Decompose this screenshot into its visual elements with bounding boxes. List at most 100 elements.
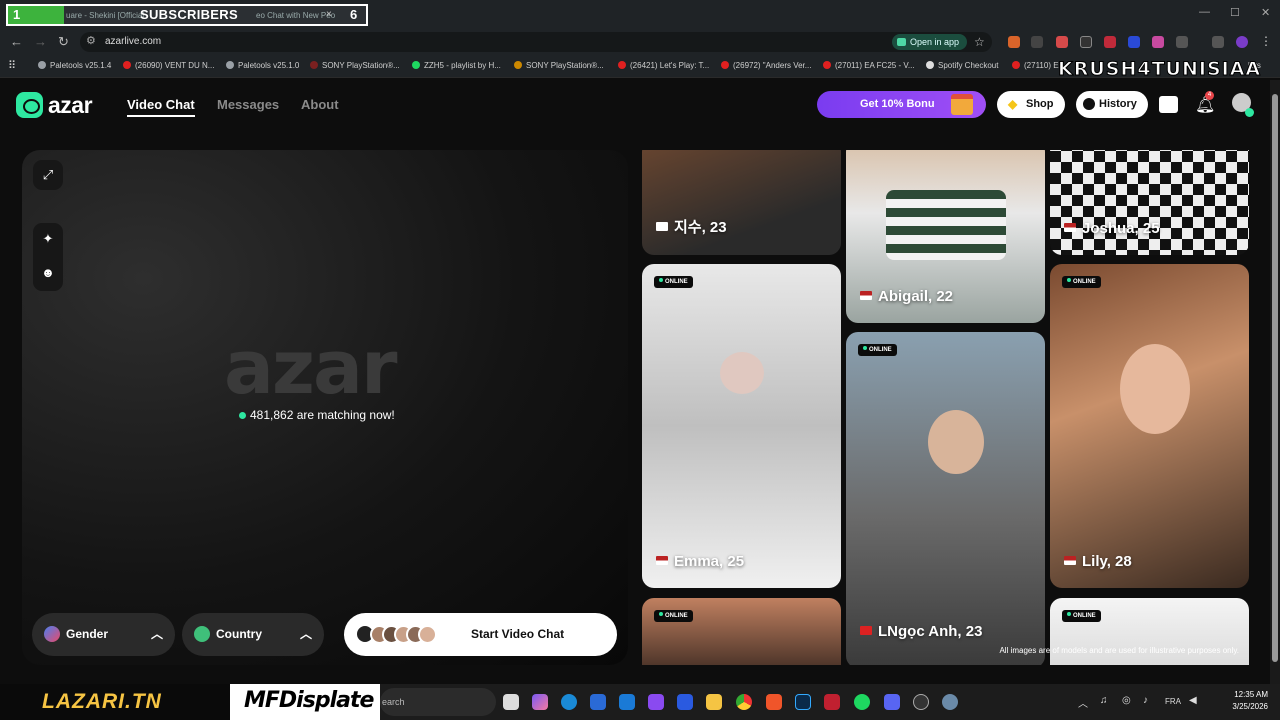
profile-card[interactable]: ONLINE Emma, 25 bbox=[642, 264, 841, 588]
bookmark-item[interactable]: Paletools v25.1.4 bbox=[38, 61, 111, 70]
headset-icon[interactable]: ♫ bbox=[1100, 695, 1108, 706]
copilot-icon[interactable] bbox=[532, 694, 548, 710]
url-text: azarlive.com bbox=[105, 36, 162, 47]
extension-icon[interactable] bbox=[1104, 36, 1116, 48]
maximize-icon[interactable]: ☐ bbox=[1230, 6, 1240, 19]
scrollbar-thumb[interactable] bbox=[1272, 94, 1278, 662]
bookmark-item[interactable]: (27110) E bbox=[1012, 61, 1059, 70]
taskbar-search[interactable]: earch bbox=[380, 688, 496, 716]
country-filter[interactable]: Country ︿ bbox=[182, 613, 324, 656]
flag-icon bbox=[860, 291, 872, 300]
promo-label: Get 10% Bonu bbox=[860, 98, 935, 110]
bookmark-item[interactable]: Spotify Checkout bbox=[926, 61, 998, 70]
profile-grid: 지수, 23 ONLINE Emma, 25 ONLINE Abigail, 2… bbox=[642, 150, 1249, 665]
bookmark-star-icon[interactable]: ☆ bbox=[974, 35, 985, 49]
matching-count: 481,862 are matching now! bbox=[239, 408, 395, 422]
profile-card[interactable]: ONLINE Lily, 28 bbox=[1050, 264, 1249, 588]
tab-close-icon[interactable]: × bbox=[326, 9, 332, 20]
volume-icon[interactable]: ◀︎ bbox=[1189, 695, 1197, 706]
reload-icon[interactable]: ↻ bbox=[58, 34, 69, 50]
extension-icon[interactable] bbox=[1008, 36, 1020, 48]
teams-icon[interactable] bbox=[648, 694, 664, 710]
bookmark-item[interactable]: (26421) Let's Play: T... bbox=[618, 61, 709, 70]
flag-icon bbox=[1064, 556, 1076, 565]
menu-icon[interactable]: ⋮ bbox=[1260, 35, 1272, 48]
bookmark-item[interactable]: Paletools v25.1.0 bbox=[226, 61, 299, 70]
bookmark-item[interactable]: (27011) EA FC25 - V... bbox=[823, 61, 915, 70]
profile-card[interactable]: ONLINE bbox=[642, 598, 841, 665]
face-sticker-icon[interactable]: ☻ bbox=[33, 258, 63, 288]
magic-wand-icon[interactable]: ✦ bbox=[33, 224, 63, 254]
bookmark-item[interactable]: (26972) "Anders Ver... bbox=[721, 61, 811, 70]
microphone-icon[interactable]: ♪ bbox=[1143, 695, 1148, 706]
nav-about[interactable]: About bbox=[301, 97, 339, 112]
tray-app-icon[interactable]: ◎ bbox=[1122, 695, 1131, 706]
store-icon[interactable] bbox=[590, 694, 606, 710]
bookmark-item[interactable]: SONY PlayStation®... bbox=[310, 61, 400, 70]
close-window-icon[interactable]: ✕ bbox=[1261, 6, 1270, 19]
disclaimer-text: All images are of models and are used fo… bbox=[999, 646, 1239, 655]
task-view-icon[interactable] bbox=[503, 694, 519, 710]
obs-icon[interactable] bbox=[913, 694, 929, 710]
language-indicator[interactable]: FRA bbox=[1165, 697, 1181, 706]
extension-icon[interactable] bbox=[1056, 36, 1068, 48]
chrome-icon[interactable] bbox=[736, 694, 752, 710]
browser-tab[interactable]: 1 uare - Shekini [Official SUBSCRIBERS e… bbox=[6, 4, 368, 26]
clock[interactable]: 12:35 AM 3/25/2026 bbox=[1222, 689, 1268, 713]
discord-icon[interactable] bbox=[884, 694, 900, 710]
extension-icon[interactable] bbox=[1152, 36, 1164, 48]
url-field[interactable]: ⚙ azarlive.com bbox=[80, 32, 992, 52]
profile-name: Emma, 25 bbox=[656, 553, 744, 570]
flag-icon bbox=[1064, 223, 1076, 232]
nav-video-chat[interactable]: Video Chat bbox=[127, 97, 195, 117]
settings-icon[interactable] bbox=[942, 694, 958, 710]
back-icon[interactable]: ← bbox=[10, 34, 23, 49]
site-info-icon[interactable]: ⚙ bbox=[86, 34, 96, 47]
profile-card[interactable]: Joshua, 25 bbox=[1050, 150, 1249, 255]
chevron-up-icon: ︿ bbox=[150, 627, 163, 641]
shop-button[interactable]: ◆ Shop bbox=[997, 91, 1065, 118]
start-video-chat-button[interactable]: Start Video Chat bbox=[344, 613, 617, 656]
profile-card[interactable]: Abigail, 22 bbox=[846, 150, 1045, 323]
spotify-icon[interactable] bbox=[854, 694, 870, 710]
fullscreen-icon[interactable]: ⤢ bbox=[33, 160, 63, 190]
history-label: History bbox=[1099, 98, 1137, 110]
extension-icon[interactable] bbox=[1080, 36, 1092, 48]
gender-icon bbox=[44, 626, 60, 642]
avatar-status-badge bbox=[1245, 108, 1254, 117]
mail-icon[interactable] bbox=[619, 694, 635, 710]
minimize-icon[interactable]: — bbox=[1199, 6, 1210, 18]
reading-list-icon[interactable] bbox=[1212, 36, 1224, 48]
overlay-banner: KRUSH4TUNISIAA bbox=[1057, 58, 1262, 81]
file-explorer-icon[interactable] bbox=[706, 694, 722, 710]
tray-chevron-icon[interactable]: ︿ bbox=[1078, 695, 1088, 710]
inbox-icon[interactable] bbox=[1159, 96, 1178, 113]
flag-icon bbox=[656, 222, 668, 231]
profile-card[interactable]: ONLINE LNgọc Anh, 23 bbox=[846, 332, 1045, 665]
nav-messages[interactable]: Messages bbox=[217, 97, 279, 112]
extension-icon[interactable] bbox=[1031, 36, 1043, 48]
app-icon[interactable] bbox=[824, 694, 840, 710]
photoshop-icon[interactable] bbox=[795, 694, 811, 710]
azar-logo-icon[interactable] bbox=[16, 92, 43, 118]
bookmark-item[interactable]: (26090) VENT DU N... bbox=[123, 61, 214, 70]
forward-icon[interactable]: → bbox=[34, 34, 47, 49]
bonus-promo-button[interactable]: Get 10% Bonu bbox=[817, 91, 986, 118]
bookmark-item[interactable]: ZZH5 - playlist by H... bbox=[412, 61, 501, 70]
gender-filter[interactable]: Gender ︿ bbox=[32, 613, 175, 656]
notification-badge: 4 bbox=[1205, 91, 1214, 100]
extensions-puzzle-icon[interactable] bbox=[1176, 36, 1188, 48]
open-in-app-button[interactable]: Open in app bbox=[892, 34, 968, 50]
brave-icon[interactable] bbox=[766, 694, 782, 710]
bookmark-item[interactable]: SONY PlayStation®... bbox=[514, 61, 604, 70]
profile-icon[interactable] bbox=[1236, 36, 1248, 48]
apps-grid-icon[interactable]: ⠿ bbox=[8, 59, 16, 72]
logo-text[interactable]: azar bbox=[48, 92, 93, 119]
extension-icon[interactable] bbox=[1128, 36, 1140, 48]
edge-icon[interactable] bbox=[561, 694, 577, 710]
azar-watermark-logo: azar bbox=[224, 325, 397, 411]
history-button[interactable]: History bbox=[1076, 91, 1148, 118]
profile-card[interactable]: 지수, 23 bbox=[642, 150, 841, 255]
app-icon[interactable] bbox=[677, 694, 693, 710]
scrollbar[interactable] bbox=[1270, 80, 1280, 684]
